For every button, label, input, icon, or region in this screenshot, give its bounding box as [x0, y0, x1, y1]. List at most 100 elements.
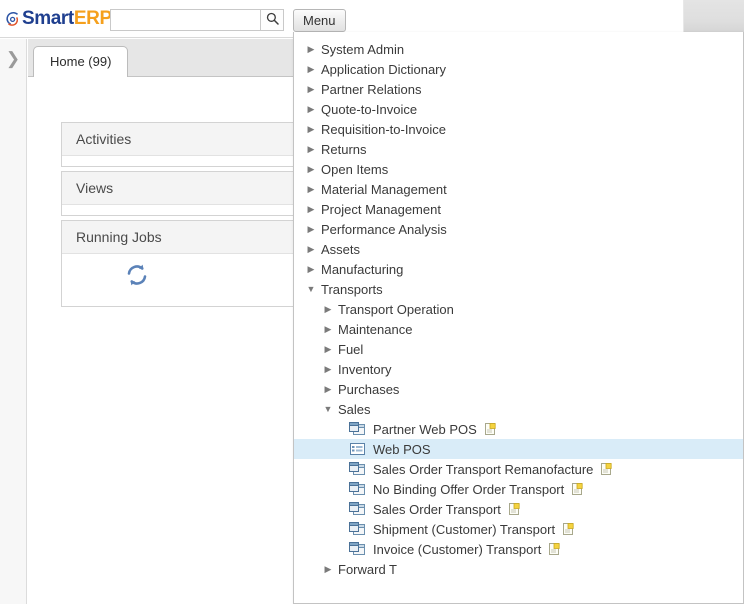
menu-item-label: System Admin — [321, 41, 405, 57]
menu-item-label: Purchases — [338, 381, 400, 397]
global-search — [110, 9, 284, 31]
menu-item-label: Assets — [321, 241, 361, 257]
menu-item-label: Fuel — [338, 341, 364, 357]
window-form-icon — [349, 522, 366, 536]
refresh-icon[interactable] — [124, 262, 150, 288]
menu-item-sales-order-transport[interactable]: Sales Order Transport — [294, 499, 743, 519]
search-input[interactable] — [110, 9, 260, 31]
menu-item-requisition-to-invoice[interactable]: ▶ Requisition-to-Invoice — [294, 119, 743, 139]
menu-item-returns[interactable]: ▶ Returns — [294, 139, 743, 159]
main-menu-dropdown: ▶ System Admin ▶ Application Dictionary ▶ Par… — [293, 32, 744, 604]
app-logo[interactable]: Smart ERP — [4, 8, 112, 30]
menu-item-inventory[interactable]: ▶ Inventory — [294, 359, 743, 379]
menu-item-label: Sales Order Transport — [373, 501, 501, 517]
menu-item-label: Sales — [338, 401, 371, 417]
triangle-right-icon[interactable]: ▶ — [319, 344, 337, 354]
menu-item-label: Material Management — [321, 181, 447, 197]
menu-item-transport-operation[interactable]: ▶ Transport Operation — [294, 299, 743, 319]
menu-item-maintenance[interactable]: ▶ Maintenance — [294, 319, 743, 339]
triangle-right-icon[interactable]: ▶ — [302, 84, 320, 94]
menu-item-performance-analysis[interactable]: ▶ Performance Analysis — [294, 219, 743, 239]
menu-item-fuel[interactable]: ▶ Fuel — [294, 339, 743, 359]
menu-item-no-binding-offer-order-transport[interactable]: No Binding Offer Order Transport — [294, 479, 743, 499]
menu-item-label: Returns — [321, 141, 367, 157]
menu-item-label: Shipment (Customer) Transport — [373, 521, 556, 537]
menu-item-label: Transport Operation — [338, 301, 454, 317]
menu-item-label: Transports — [321, 281, 383, 297]
menu-item-label: Open Items — [321, 161, 389, 177]
triangle-right-icon[interactable]: ▶ — [319, 324, 337, 334]
menu-item-project-management[interactable]: ▶ Project Management — [294, 199, 743, 219]
menu-item-label: Maintenance — [338, 321, 413, 337]
triangle-right-icon[interactable]: ▶ — [319, 304, 337, 314]
menu-item-forward-t[interactable]: ▶ Forward T — [294, 559, 743, 579]
menu-item-partner-relations[interactable]: ▶ Partner Relations — [294, 79, 743, 99]
window-form-icon — [349, 502, 366, 516]
triangle-right-icon[interactable]: ▶ — [302, 64, 320, 74]
menu-tree: ▶ System Admin ▶ Application Dictionary ▶ Par… — [294, 32, 743, 579]
note-icon[interactable] — [563, 522, 574, 536]
triangle-down-icon[interactable]: ▼ — [319, 404, 337, 414]
note-icon[interactable] — [508, 502, 520, 516]
triangle-right-icon[interactable]: ▶ — [302, 124, 320, 134]
window-form-icon — [349, 542, 366, 556]
menu-item-label: Web POS — [373, 441, 431, 457]
note-icon[interactable] — [484, 422, 496, 436]
swirl-logo-icon — [4, 11, 21, 28]
triangle-right-icon[interactable]: ▶ — [302, 164, 320, 174]
menu-item-label: Project Management — [321, 201, 441, 217]
menu-item-sales-order-transport-remanofacture[interactable]: Sales Order Transport Remanofacture — [294, 459, 743, 479]
menu-item-partner-web-pos[interactable]: Partner Web POS — [294, 419, 743, 439]
menu-item-label: Requisition-to-Invoice — [321, 121, 447, 137]
triangle-right-icon[interactable]: ▶ — [302, 264, 320, 274]
menu-item-quote-to-invoice[interactable]: ▶ Quote-to-Invoice — [294, 99, 743, 119]
menu-item-purchases[interactable]: ▶ Purchases — [294, 379, 743, 399]
triangle-right-icon[interactable]: ▶ — [319, 364, 337, 374]
menu-item-label: Inventory — [338, 361, 392, 377]
application-window: Smart ERP Menu ❯ Home (99) Activities Vi… — [0, 0, 744, 604]
note-icon[interactable] — [601, 462, 612, 476]
menu-item-open-items[interactable]: ▶ Open Items — [294, 159, 743, 179]
menu-item-label: Application Dictionary — [321, 61, 447, 77]
triangle-right-icon[interactable]: ▶ — [302, 44, 320, 54]
menu-item-web-pos[interactable]: Web POS — [294, 439, 743, 459]
menu-item-assets[interactable]: ▶ Assets — [294, 239, 743, 259]
menu-item-label: Partner Relations — [321, 81, 422, 97]
chevron-right-icon[interactable]: ❯ — [0, 44, 26, 74]
tab-home[interactable]: Home (99) — [33, 46, 129, 77]
menu-item-shipment-customer-transport[interactable]: Shipment (Customer) Transport — [294, 519, 743, 539]
triangle-right-icon[interactable]: ▶ — [319, 384, 337, 394]
logo-text-erp: ERP — [73, 8, 112, 29]
triangle-right-icon[interactable]: ▶ — [302, 204, 320, 214]
search-icon — [266, 12, 279, 28]
window-form-icon — [349, 422, 366, 436]
menu-item-label: Forward T — [338, 561, 397, 577]
triangle-down-icon[interactable]: ▼ — [302, 284, 320, 294]
triangle-right-icon[interactable]: ▶ — [302, 184, 320, 194]
triangle-right-icon[interactable]: ▶ — [319, 564, 337, 574]
triangle-right-icon[interactable]: ▶ — [302, 104, 320, 114]
menu-item-label: No Binding Offer Order Transport — [373, 481, 565, 497]
left-rail: ❯ — [0, 39, 27, 604]
menu-button[interactable]: Menu — [293, 9, 346, 32]
note-icon[interactable] — [549, 542, 560, 556]
menu-item-sales[interactable]: ▼ Sales — [294, 399, 743, 419]
list-view-icon — [349, 442, 366, 456]
triangle-right-icon[interactable]: ▶ — [302, 144, 320, 154]
window-form-icon — [349, 462, 366, 476]
menu-item-label: Performance Analysis — [321, 221, 447, 237]
menu-item-label: Sales Order Transport Remanofacture — [373, 461, 594, 477]
menu-item-transports[interactable]: ▼ Transports — [294, 279, 743, 299]
triangle-right-icon[interactable]: ▶ — [302, 224, 320, 234]
note-icon[interactable] — [572, 482, 583, 496]
menu-item-application-dictionary[interactable]: ▶ Application Dictionary — [294, 59, 743, 79]
search-button[interactable] — [260, 9, 284, 31]
menu-item-manufacturing[interactable]: ▶ Manufacturing — [294, 259, 743, 279]
logo-text-smart: Smart — [22, 8, 74, 29]
triangle-right-icon[interactable]: ▶ — [302, 244, 320, 254]
menu-item-material-management[interactable]: ▶ Material Management — [294, 179, 743, 199]
menu-item-label: Invoice (Customer) Transport — [373, 541, 542, 557]
menu-item-system-admin[interactable]: ▶ System Admin — [294, 39, 743, 59]
menu-item-invoice-customer-transport[interactable]: Invoice (Customer) Transport — [294, 539, 743, 559]
menu-item-label: Manufacturing — [321, 261, 404, 277]
